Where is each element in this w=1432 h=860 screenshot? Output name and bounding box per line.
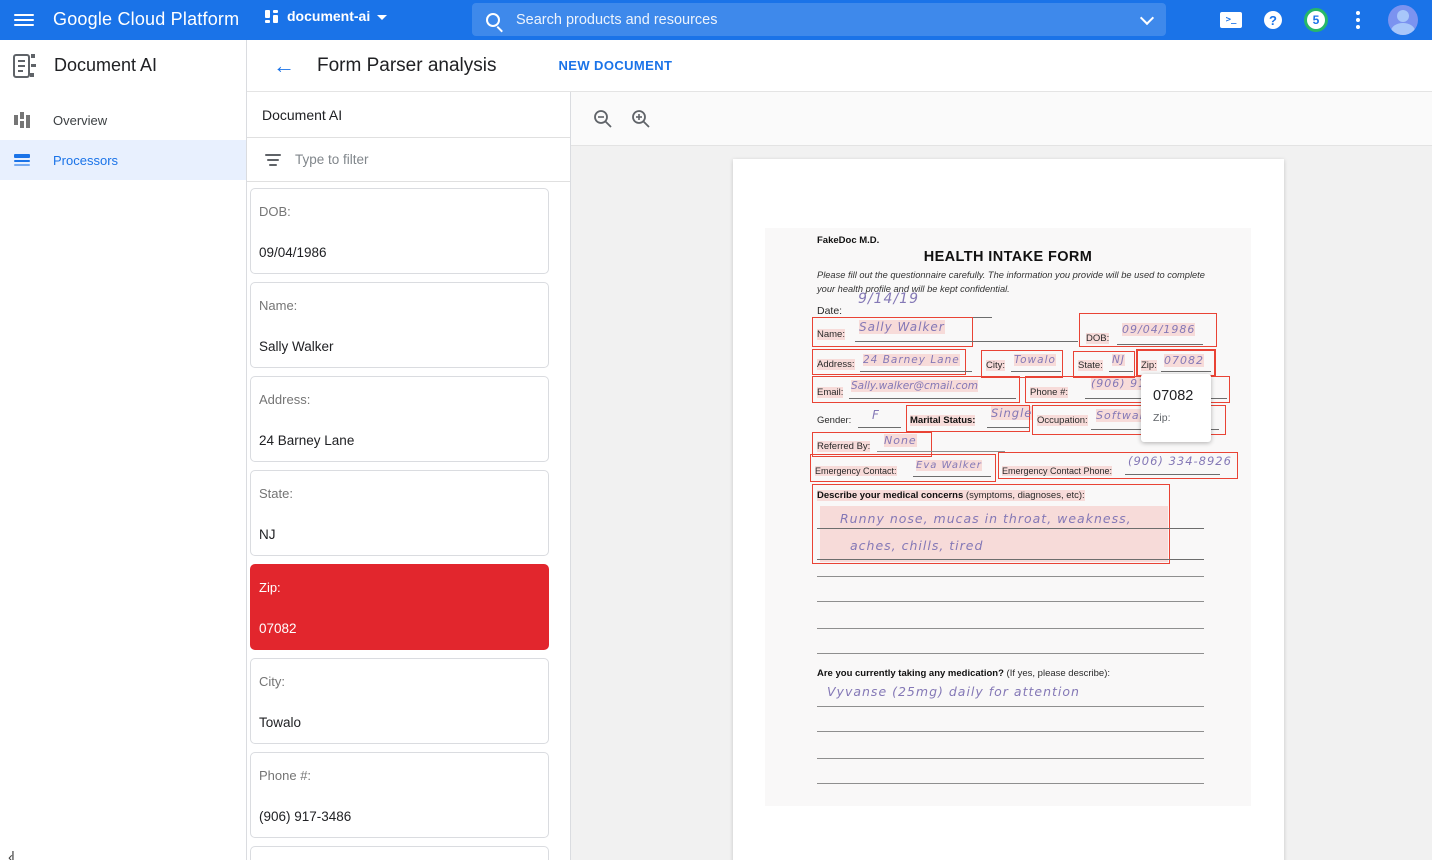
menu-icon[interactable] <box>14 11 34 29</box>
field-tooltip: 07082 Zip: <box>1141 374 1211 442</box>
form-label-marital: Marital Status: <box>910 415 975 426</box>
avatar[interactable] <box>1388 5 1418 35</box>
field-card-state[interactable]: State: NJ <box>250 470 549 556</box>
form-value-concerns-line1: Runny nose, mucas in throat, weakness, <box>840 511 1132 526</box>
form-value-concerns-line2: aches, chills, tired <box>850 538 983 553</box>
overview-icon <box>14 112 32 128</box>
form-label-emergency-contact: Emergency Contact: <box>815 466 897 476</box>
project-icon <box>264 8 280 24</box>
form-value-referred: None <box>884 434 917 447</box>
overflow-menu-button[interactable] <box>1350 9 1366 31</box>
page-title: Form Parser analysis <box>317 55 497 77</box>
topbar-actions: >_ ? 5 <box>1220 0 1432 40</box>
field-card-name[interactable]: Name: Sally Walker <box>250 282 549 368</box>
form-label-name: Name: <box>817 329 845 340</box>
document-ai-icon <box>13 53 37 79</box>
field-card-dob[interactable]: DOB: 09/04/1986 <box>250 188 549 274</box>
form-label-occupation: Occupation: <box>1037 415 1088 426</box>
toolbar: ← Form Parser analysis NEW DOCUMENT <box>247 40 1432 92</box>
field-card-address[interactable]: Address: 24 Barney Lane <box>250 376 549 462</box>
tooltip-label: Zip: <box>1153 412 1211 424</box>
top-app-bar: Google Cloud Platform document-ai >_ ? 5 <box>0 0 1432 40</box>
sidebar-item-processors[interactable]: Processors <box>0 140 246 180</box>
cloud-shell-button[interactable]: >_ <box>1220 12 1242 28</box>
form-label-email: Email: <box>817 387 843 398</box>
filter-row <box>247 138 570 182</box>
form-label-date: Date: <box>817 305 842 317</box>
form-value-medication: Vyvanse (25mg) daily for attention <box>827 684 1080 699</box>
search-input[interactable] <box>516 12 1142 28</box>
field-card-phone[interactable]: Phone #: (906) 917-3486 <box>250 752 549 838</box>
collapse-sidebar-icon[interactable]: ‹| <box>8 849 13 860</box>
field-card-city[interactable]: City: Towalo <box>250 658 549 744</box>
filter-input[interactable] <box>295 152 515 167</box>
form-value-date: 9/14/19 <box>858 291 919 307</box>
sidebar-item-label: Processors <box>53 153 118 168</box>
form-clinic: FakeDoc M.D. <box>817 235 879 246</box>
sidebar-item-label: Overview <box>53 113 107 128</box>
field-card-partial[interactable] <box>250 846 549 860</box>
scanned-form: FakeDoc M.D. HEALTH INTAKE FORM Please f… <box>765 228 1251 806</box>
app-header: Document AI <box>0 40 247 92</box>
form-value-address: 24 Barney Lane <box>863 354 960 366</box>
field-card-zip-selected[interactable]: Zip: 07082 <box>250 564 549 650</box>
form-label-referred: Referred By: <box>817 441 870 452</box>
field-card-list: DOB: 09/04/1986 Name: Sally Walker Addre… <box>247 182 570 860</box>
form-label-medication: Are you currently taking any medication?… <box>817 668 1110 679</box>
filter-icon <box>265 154 281 166</box>
form-value-city: Towalo <box>1014 354 1056 366</box>
form-label-city: City: <box>986 360 1005 371</box>
processors-icon <box>14 152 32 168</box>
viewer-canvas[interactable]: FakeDoc M.D. HEALTH INTAKE FORM Please f… <box>571 146 1432 860</box>
help-button[interactable]: ? <box>1264 11 1282 29</box>
form-value-dob: 09/04/1986 <box>1122 323 1195 336</box>
form-label-state: State: <box>1078 360 1103 371</box>
form-value-state: NJ <box>1112 354 1125 366</box>
zoom-in-icon[interactable] <box>631 109 651 129</box>
form-label-gender: Gender: <box>817 415 851 426</box>
extracted-fields-panel: Document AI DOB: 09/04/1986 Name: Sally … <box>247 92 571 860</box>
search-bar[interactable] <box>472 3 1166 36</box>
form-label-dob: DOB: <box>1086 333 1109 344</box>
form-value-zip: 07082 <box>1164 354 1204 367</box>
viewer-toolbar <box>571 92 1432 146</box>
form-label-zip: Zip: <box>1141 360 1157 371</box>
search-chevron-down-icon[interactable] <box>1140 10 1154 24</box>
form-label-emergency-phone: Emergency Contact Phone: <box>1002 466 1112 476</box>
notifications-button[interactable]: 5 <box>1304 8 1328 32</box>
form-value-name: Sally Walker <box>859 320 945 334</box>
tooltip-value: 07082 <box>1153 388 1211 404</box>
brand-logo: Google Cloud Platform <box>53 9 239 30</box>
search-icon <box>486 13 500 27</box>
form-label-address: Address: <box>817 359 855 370</box>
document-viewer: FakeDoc M.D. HEALTH INTAKE FORM Please f… <box>571 92 1432 860</box>
form-label-phone: Phone #: <box>1030 387 1068 398</box>
document-page: FakeDoc M.D. HEALTH INTAKE FORM Please f… <box>733 159 1284 860</box>
panel-title: Document AI <box>247 92 570 138</box>
form-value-email: Sally.walker@cmail.com <box>851 380 978 392</box>
form-value-emergency-contact: Eva Walker <box>916 460 982 471</box>
new-document-button[interactable]: NEW DOCUMENT <box>559 58 673 73</box>
zoom-out-icon[interactable] <box>593 109 613 129</box>
sidebar-item-overview[interactable]: Overview <box>0 100 246 140</box>
project-name: document-ai <box>287 8 370 24</box>
app-title: Document AI <box>54 55 157 76</box>
chevron-down-icon <box>377 15 387 20</box>
project-switcher[interactable]: document-ai <box>264 8 387 24</box>
page-header: Document AI ← Form Parser analysis NEW D… <box>0 40 1432 92</box>
form-title: HEALTH INTAKE FORM <box>765 249 1251 265</box>
form-value-gender: F <box>872 408 880 422</box>
form-value-marital: Single <box>991 406 1032 420</box>
back-button[interactable]: ← <box>273 55 295 77</box>
sidebar-nav: Overview Processors ‹| <box>0 92 247 860</box>
form-value-emergency-phone: (906) 334-8926 <box>1128 454 1232 468</box>
form-label-concerns: Describe your medical concerns (symptoms… <box>817 490 1085 501</box>
